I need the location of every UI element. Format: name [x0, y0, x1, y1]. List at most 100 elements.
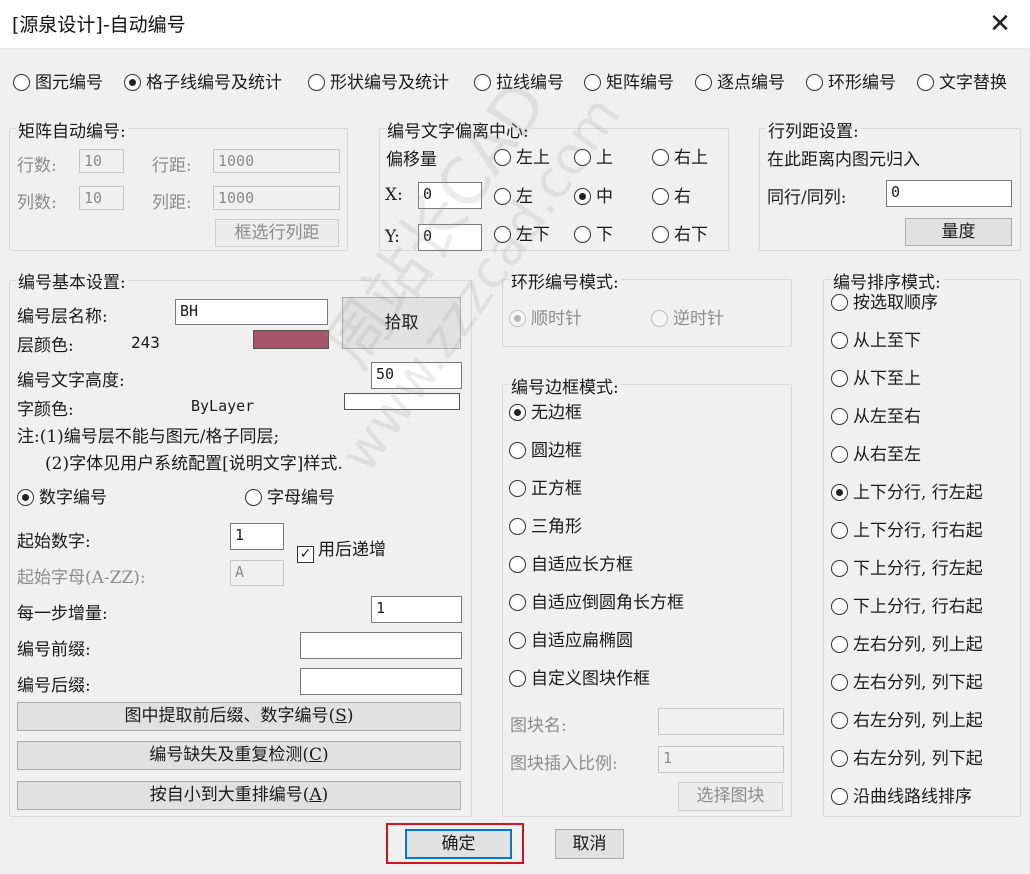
text-height-input[interactable]: 50: [371, 362, 462, 389]
alpha-numbering-radio[interactable]: 字母编号: [245, 487, 335, 509]
radio-circle: [574, 149, 591, 166]
mode-radio-4[interactable]: 矩阵编号: [584, 72, 674, 94]
offset-position-radio-5-label: 右: [674, 187, 691, 207]
same-row-col-label: 同行/同列:: [767, 188, 847, 208]
sort-option-radio-6[interactable]: 上下分行, 行右起: [831, 520, 983, 542]
border-option-radio-5[interactable]: 自适应倒圆角长方框: [509, 592, 684, 614]
sort-option-radio-7[interactable]: 下上分行, 行左起: [831, 558, 983, 580]
same-row-col-input[interactable]: 0: [886, 180, 1012, 207]
offset-position-radio-3-label: 左: [516, 187, 533, 207]
border-option-radio-2[interactable]: 正方框: [509, 478, 582, 500]
start-letter-input[interactable]: A: [230, 560, 284, 586]
renumber-ascending-button[interactable]: 按自小到大重排编号(A): [17, 781, 461, 810]
layer-color-swatch[interactable]: [253, 330, 329, 349]
offset-position-radio-0-label: 左上: [516, 148, 550, 168]
col-distance-input[interactable]: 1000: [213, 186, 340, 210]
border-option-radio-7-label: 自定义图块作框: [531, 669, 650, 689]
mode-radio-5[interactable]: 逐点编号: [695, 72, 785, 94]
button-text: 编号缺失及重复检测(: [149, 745, 309, 765]
border-option-radio-4[interactable]: 自适应长方框: [509, 554, 633, 576]
sort-option-radio-4-label: 从右至左: [853, 445, 921, 465]
offset-position-radio-1[interactable]: 上: [574, 147, 613, 169]
cols-input[interactable]: 10: [79, 186, 124, 210]
counter-clockwise-radio[interactable]: 逆时针: [651, 308, 724, 330]
sort-option-radio-11-label: 右左分列, 列上起: [853, 711, 983, 731]
measure-button[interactable]: 量度: [905, 218, 1012, 246]
sort-option-radio-1-label: 从上至下: [853, 331, 921, 351]
offset-position-radio-8[interactable]: 右下: [652, 224, 708, 246]
sort-option-radio-12-label: 右左分列, 列下起: [853, 749, 983, 769]
missing-duplicate-check-button[interactable]: 编号缺失及重复检测(C): [17, 741, 461, 770]
numeric-numbering-radio[interactable]: 数字编号: [17, 487, 107, 509]
step-increment-input[interactable]: 1: [371, 596, 462, 623]
rows-input[interactable]: 10: [79, 149, 124, 173]
offset-position-radio-7[interactable]: 下: [574, 224, 613, 246]
sort-option-radio-9[interactable]: 左右分列, 列上起: [831, 634, 983, 656]
prefix-input[interactable]: [300, 632, 462, 659]
ok-button[interactable]: 确定: [405, 829, 512, 859]
layer-name-input[interactable]: BH: [175, 299, 328, 325]
radio-circle: [509, 442, 526, 459]
offset-position-radio-5[interactable]: 右: [652, 186, 691, 208]
sort-option-radio-10[interactable]: 左右分列, 列下起: [831, 672, 983, 694]
offset-position-radio-3[interactable]: 左: [494, 186, 533, 208]
numeric-numbering-label: 数字编号: [39, 488, 107, 508]
offset-y-input[interactable]: 0: [418, 224, 482, 251]
offset-position-radio-0[interactable]: 左上: [494, 147, 550, 169]
sort-mode-title: 编号排序模式:: [831, 268, 943, 293]
offset-position-radio-6[interactable]: 左下: [494, 224, 550, 246]
radio-circle: [509, 670, 526, 687]
suffix-input[interactable]: [300, 668, 462, 695]
sort-option-radio-2[interactable]: 从下至上: [831, 368, 921, 390]
select-block-button[interactable]: 选择图块: [678, 782, 783, 811]
border-option-radio-0[interactable]: 无边框: [509, 402, 582, 424]
radio-circle: [831, 636, 848, 653]
mode-radio-0[interactable]: 图元编号: [13, 72, 103, 94]
mode-radio-6[interactable]: 环形编号: [806, 72, 896, 94]
mode-radio-7[interactable]: 文字替换: [917, 72, 1007, 94]
mode-radio-3[interactable]: 拉线编号: [474, 72, 564, 94]
select-row-col-button[interactable]: 框选行列距: [215, 219, 339, 247]
row-distance-input[interactable]: 1000: [213, 149, 340, 173]
block-scale-input[interactable]: 1: [658, 746, 784, 773]
sort-option-radio-3[interactable]: 从左至右: [831, 406, 921, 428]
sort-option-radio-13[interactable]: 沿曲线路线排序: [831, 786, 972, 808]
border-option-radio-7[interactable]: 自定义图块作框: [509, 668, 650, 690]
mode-radio-1[interactable]: 格子线编号及统计: [124, 72, 282, 94]
cancel-button[interactable]: 取消: [555, 829, 624, 859]
close-icon[interactable]: ✕: [976, 4, 1024, 44]
border-option-radio-6[interactable]: 自适应扁椭圆: [509, 630, 633, 652]
border-option-radio-3[interactable]: 三角形: [509, 516, 582, 538]
sort-option-radio-5[interactable]: 上下分行, 行左起: [831, 482, 983, 504]
block-name-input[interactable]: [658, 708, 784, 735]
pick-button[interactable]: 拾取: [342, 297, 461, 349]
offset-position-radio-2[interactable]: 右上: [652, 147, 708, 169]
offset-x-input[interactable]: 0: [418, 182, 482, 209]
sort-option-radio-11[interactable]: 右左分列, 列上起: [831, 710, 983, 732]
sort-option-radio-12[interactable]: 右左分列, 列下起: [831, 748, 983, 770]
radio-circle: [831, 788, 848, 805]
offset-position-radio-4[interactable]: 中: [574, 186, 613, 208]
mode-radio-0-label: 图元编号: [35, 73, 103, 93]
block-scale-label: 图块插入比例:: [510, 754, 618, 774]
border-option-radio-6-label: 自适应扁椭圆: [531, 631, 633, 651]
increment-after-checkbox[interactable]: ✓ 用后递增: [297, 539, 386, 563]
clockwise-label: 顺时针: [531, 309, 582, 329]
clockwise-radio[interactable]: 顺时针: [509, 308, 582, 330]
radio-circle: [509, 518, 526, 535]
extract-prefix-suffix-button[interactable]: 图中提取前后缀、数字编号(S): [17, 702, 461, 731]
font-color-swatch[interactable]: [344, 393, 460, 410]
mode-radio-2[interactable]: 形状编号及统计: [308, 72, 449, 94]
sort-option-radio-1[interactable]: 从上至下: [831, 330, 921, 352]
sort-option-radio-8[interactable]: 下上分行, 行右起: [831, 596, 983, 618]
counter-clockwise-label: 逆时针: [673, 309, 724, 329]
start-number-input[interactable]: 1: [230, 523, 284, 550]
text-height-label: 编号文字高度:: [17, 371, 125, 391]
sort-option-radio-4[interactable]: 从右至左: [831, 444, 921, 466]
radio-circle: [831, 598, 848, 615]
radio-circle: [652, 226, 669, 243]
spacing-group-title: 行列距设置:: [766, 117, 861, 142]
offset-position-radio-6-label: 左下: [516, 225, 550, 245]
border-option-radio-1[interactable]: 圆边框: [509, 440, 582, 462]
sort-option-radio-0[interactable]: 按选取顺序: [831, 292, 938, 314]
